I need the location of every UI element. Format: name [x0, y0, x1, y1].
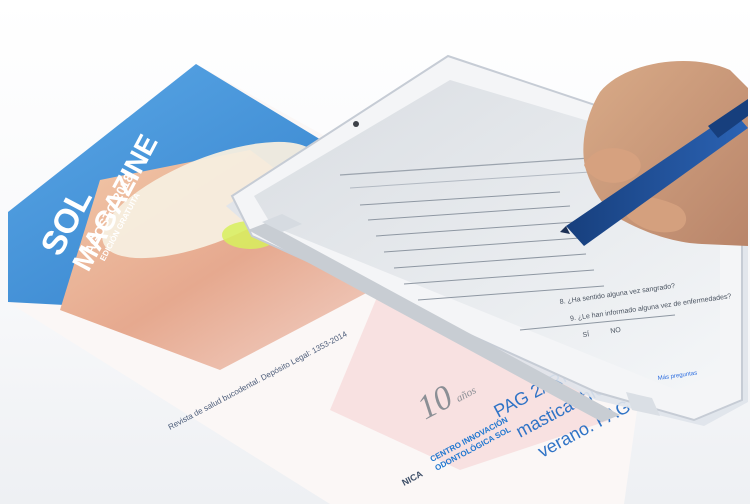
photo-scene: SOL MAGAZINE AGOSTO 2018 EDICIÓN GRATUIT…	[0, 0, 750, 504]
photo-illustration: SOL MAGAZINE AGOSTO 2018 EDICIÓN GRATUIT…	[8, 54, 748, 504]
hand-with-pen	[560, 61, 748, 247]
front-camera-icon	[353, 121, 359, 127]
